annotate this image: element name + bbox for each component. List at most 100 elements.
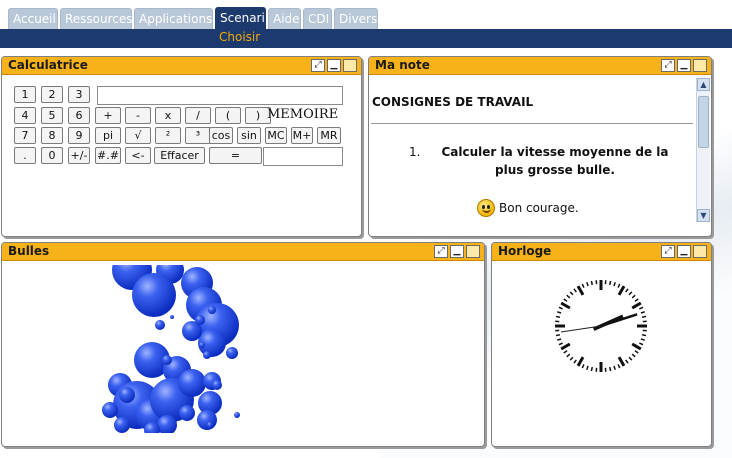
clock-minute-tick — [639, 306, 644, 310]
clock-minute-tick — [586, 282, 589, 287]
calc-key[interactable]: 1 — [14, 86, 36, 103]
subnav-choisir[interactable]: Choisir — [219, 30, 260, 44]
resize-icon[interactable]: ⤢ — [311, 59, 325, 72]
close-icon[interactable] — [343, 59, 357, 72]
clock-hour-tick — [631, 301, 642, 310]
calc-key[interactable]: 5 — [41, 107, 63, 124]
clock-minute-tick — [608, 280, 612, 286]
calc-key[interactable]: x — [155, 107, 181, 124]
calc-key[interactable]: . — [14, 147, 36, 164]
clock-hour-tick — [617, 356, 626, 367]
calc-key[interactable]: 7 — [14, 127, 36, 144]
calc-key[interactable]: √ — [125, 127, 151, 144]
clock-minute-tick — [566, 294, 571, 299]
calc-key[interactable]: = — [209, 147, 262, 164]
bubble — [199, 342, 205, 348]
clock-minute-tick — [569, 291, 574, 296]
calc-key[interactable]: 4 — [14, 107, 36, 124]
calc-key[interactable]: +/- — [68, 147, 90, 164]
calc-key[interactable]: cos — [209, 127, 233, 144]
bubble — [132, 273, 176, 317]
clock-minute-tick — [625, 288, 629, 293]
list-text: Calculer la vitesse moyenne de la plus g… — [441, 145, 669, 177]
clock-panel: Horloge ⤢ ▁ — [491, 242, 712, 447]
scroll-down-icon[interactable]: ▼ — [697, 209, 710, 222]
panel-header: Ma note ⤢ ▁ — [369, 57, 711, 75]
bubble — [170, 315, 174, 319]
calc-key[interactable]: Effacer — [154, 147, 205, 164]
list-number: 1. — [409, 145, 421, 159]
tab-accueil[interactable]: Accueil — [8, 8, 58, 29]
calc-key[interactable]: - — [125, 107, 151, 124]
calc-key[interactable]: pi — [95, 127, 121, 144]
panel-title: Calculatrice — [8, 58, 88, 72]
clock-minute-tick — [640, 311, 645, 314]
clock-minute-tick — [566, 353, 571, 358]
analog-clock — [555, 280, 647, 372]
resize-icon[interactable]: ⤢ — [661, 59, 675, 72]
tab-bar: Accueil Ressources Applications Scenari … — [0, 0, 732, 30]
bubble — [234, 412, 240, 418]
resize-icon[interactable]: ⤢ — [661, 245, 675, 258]
bubble — [207, 422, 213, 428]
resize-icon[interactable]: ⤢ — [434, 245, 448, 258]
calc-display[interactable] — [97, 86, 343, 105]
scroll-thumb[interactable] — [698, 96, 709, 148]
calc-key[interactable]: ³ — [185, 127, 211, 144]
minimize-icon[interactable]: ▁ — [677, 59, 691, 72]
tab-applications[interactable]: Applications — [134, 8, 213, 29]
clock-minute-tick — [558, 342, 563, 346]
close-icon[interactable] — [693, 245, 707, 258]
tab-aide[interactable]: Aide — [268, 8, 301, 29]
calc-key[interactable]: 8 — [41, 127, 63, 144]
calc-key[interactable]: #.# — [95, 147, 121, 164]
close-icon[interactable] — [466, 245, 480, 258]
memory-display[interactable] — [263, 147, 343, 166]
bubbles-panel: Bulles ⤢ ▁ — [1, 242, 485, 447]
calc-key[interactable]: + — [95, 107, 121, 124]
panel-header: Bulles ⤢ ▁ — [2, 243, 484, 261]
bubble — [162, 355, 172, 365]
clock-minute-tick — [628, 291, 633, 296]
note-heading: CONSIGNES DE TRAVAIL — [372, 95, 534, 109]
calc-key[interactable]: M+ — [291, 127, 313, 144]
calc-key[interactable]: 2 — [41, 86, 63, 103]
tab-ressources[interactable]: Ressources — [60, 8, 133, 29]
clock-minute-tick — [573, 288, 577, 293]
calc-key[interactable]: 3 — [68, 86, 90, 103]
tab-divers[interactable]: Divers — [334, 8, 378, 29]
clock-hour-tick — [631, 342, 642, 351]
clock-minute-tick — [555, 315, 561, 319]
clock-minute-tick — [581, 364, 585, 369]
calc-key[interactable]: MR — [317, 127, 341, 144]
calc-key[interactable]: sin — [237, 127, 261, 144]
tab-scenari[interactable]: Scenari — [215, 7, 266, 30]
minimize-icon[interactable]: ▁ — [677, 245, 691, 258]
calc-key[interactable]: 0 — [41, 147, 63, 164]
panel-header: Horloge ⤢ ▁ — [492, 243, 711, 261]
calc-key[interactable]: ( — [215, 107, 241, 124]
calc-key[interactable]: ² — [155, 127, 181, 144]
bubble — [212, 380, 222, 390]
clock-minute-tick — [625, 359, 629, 364]
clock-minute-tick — [563, 350, 568, 354]
calc-key[interactable]: / — [185, 107, 211, 124]
minimize-icon[interactable]: ▁ — [327, 59, 341, 72]
calc-key[interactable]: MC — [265, 127, 287, 144]
minimize-icon[interactable]: ▁ — [450, 245, 464, 258]
panel-header: Calculatrice ⤢ ▁ — [2, 57, 361, 75]
calc-key[interactable]: 9 — [68, 127, 90, 144]
clock-minute-tick — [613, 365, 616, 370]
clock-minute-tick — [634, 298, 639, 302]
clock-hour-tick — [576, 285, 585, 296]
bubble — [119, 387, 135, 403]
close-icon[interactable] — [693, 59, 707, 72]
calc-key[interactable]: <- — [125, 147, 151, 164]
divider — [371, 123, 693, 124]
bubble — [155, 320, 165, 330]
tab-cdi[interactable]: CDI — [303, 8, 332, 29]
scroll-up-icon[interactable]: ▲ — [697, 78, 710, 91]
clock-minute-tick — [617, 364, 621, 369]
calc-key[interactable]: 6 — [68, 107, 90, 124]
note-scrollbar[interactable]: ▲ ▼ — [696, 78, 710, 222]
